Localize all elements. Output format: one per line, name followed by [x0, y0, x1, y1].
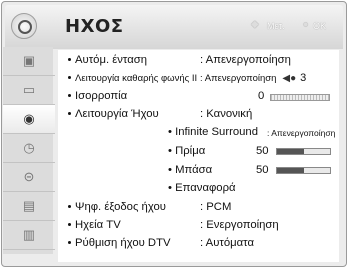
- bullet: [68, 75, 71, 79]
- submenu-item-bass[interactable]: • Μπάσα: [168, 162, 212, 179]
- bullet: [68, 240, 71, 244]
- balance-slider[interactable]: [270, 94, 330, 101]
- bullet: [68, 204, 71, 208]
- ok-button-icon: ●: [303, 19, 309, 29]
- hint-move-label: Μετ.: [267, 21, 285, 31]
- digital-out-value: : PCM: [200, 201, 232, 213]
- submenu-item-reset[interactable]: • Επαναφορά: [168, 180, 236, 197]
- menu-item-label: Ψηφ. έξοδος ήχου: [75, 201, 166, 213]
- voice-level-icon: ◀●: [282, 73, 297, 84]
- menu-item-label: Αυτόμ. ένταση: [75, 54, 148, 66]
- sound-mode-value: : Κανονική: [200, 108, 253, 120]
- treble-value: 50: [256, 145, 269, 157]
- bass-slider[interactable]: [276, 167, 331, 174]
- sound-icon: [11, 13, 37, 39]
- menu-item-label: Ηχεία TV: [75, 219, 121, 231]
- category-sidebar: ▣ ▭ ◉ ◷ ⊝ ▤ ▥: [3, 47, 55, 254]
- bass-value: 50: [256, 164, 269, 176]
- menu-content: Αυτόμ. ένταση : Απενεργοποίηση Λειτουργί…: [58, 50, 339, 262]
- menu-item-label: • Επαναφορά: [168, 182, 236, 194]
- menu-item-label: Λειτουργία Ήχου: [75, 108, 159, 120]
- treble-slider[interactable]: [276, 148, 331, 155]
- move-arrows-icon: ◆: [251, 19, 259, 30]
- sidebar-item-lock[interactable]: ⊝: [3, 163, 55, 192]
- menu-item-auto-volume[interactable]: Αυτόμ. ένταση: [68, 52, 147, 69]
- menu-item-label: Λειτουργία καθαρής φωνής ΙΙ: [75, 73, 198, 84]
- menu-item-label: • Μπάσα: [168, 164, 213, 176]
- menu-item-sound-mode[interactable]: Λειτουργία Ήχου: [68, 106, 159, 123]
- clock-icon: ◷: [23, 140, 35, 155]
- menu-item-label: • Infinite Surround: [168, 126, 258, 138]
- menu-item-digital-audio-out[interactable]: Ψηφ. έξοδος ήχου: [68, 199, 166, 216]
- lock-icon: ⊝: [23, 169, 35, 184]
- monitor-icon: ▭: [22, 82, 36, 97]
- sidebar-item-input[interactable]: ▥: [3, 221, 55, 250]
- sidebar-item-option[interactable]: ▤: [3, 192, 55, 221]
- sidebar-item-sound[interactable]: ◉: [3, 105, 55, 134]
- hint-ok-label: OK: [313, 21, 327, 31]
- menu-item-label: • Πρίμα: [168, 145, 206, 157]
- input-icon: ▥: [22, 227, 36, 242]
- menu-item-tv-speaker[interactable]: Ηχεία TV: [68, 217, 121, 234]
- picture-icon: ▣: [22, 53, 36, 68]
- balance-value: 0: [258, 90, 265, 102]
- dtv-audio-value: : Αυτόματα: [200, 237, 254, 249]
- menu-item-balance[interactable]: Ισορροπία: [68, 88, 127, 105]
- menu-item-dtv-audio[interactable]: Ρύθμιση ήχου DTV: [68, 235, 171, 252]
- bullet: [68, 222, 71, 226]
- clear-voice-value: : Απενεργοποίηση ◀● 3: [200, 70, 306, 87]
- infinite-surround-value: : Απενεργοποίηση: [267, 128, 336, 138]
- submenu-item-infinite-surround[interactable]: • Infinite Surround: [168, 124, 258, 141]
- clear-voice-level: 3: [300, 72, 307, 84]
- bullet: [68, 111, 71, 115]
- option-icon: ▤: [22, 198, 36, 213]
- menu-item-label: Ισορροπία: [75, 90, 128, 102]
- auto-volume-value: : Απενεργοποίηση: [200, 54, 291, 66]
- tv-speaker-value: : Ενεργοποίηση: [200, 219, 279, 231]
- page-title: ΗΧΟΣ: [65, 16, 124, 37]
- menu-header: ΗΧΟΣ ◆ Μετ. ● OK: [5, 5, 343, 49]
- clear-voice-status: : Απενεργοποίηση: [200, 73, 277, 84]
- sidebar-item-screen[interactable]: ▭: [3, 76, 55, 105]
- bass-slider-fill: [277, 168, 304, 173]
- menu-item-clear-voice[interactable]: Λειτουργία καθαρής φωνής ΙΙ: [68, 70, 197, 87]
- bullet: [68, 57, 71, 61]
- sidebar-item-time[interactable]: ◷: [3, 134, 55, 163]
- bullet: [68, 93, 71, 97]
- menu-item-label: Ρύθμιση ήχου DTV: [75, 237, 171, 249]
- submenu-item-treble[interactable]: • Πρίμα: [168, 143, 205, 160]
- treble-slider-fill: [277, 149, 304, 154]
- sound-icon: ◉: [23, 111, 35, 126]
- sidebar-item-picture[interactable]: ▣: [3, 47, 55, 76]
